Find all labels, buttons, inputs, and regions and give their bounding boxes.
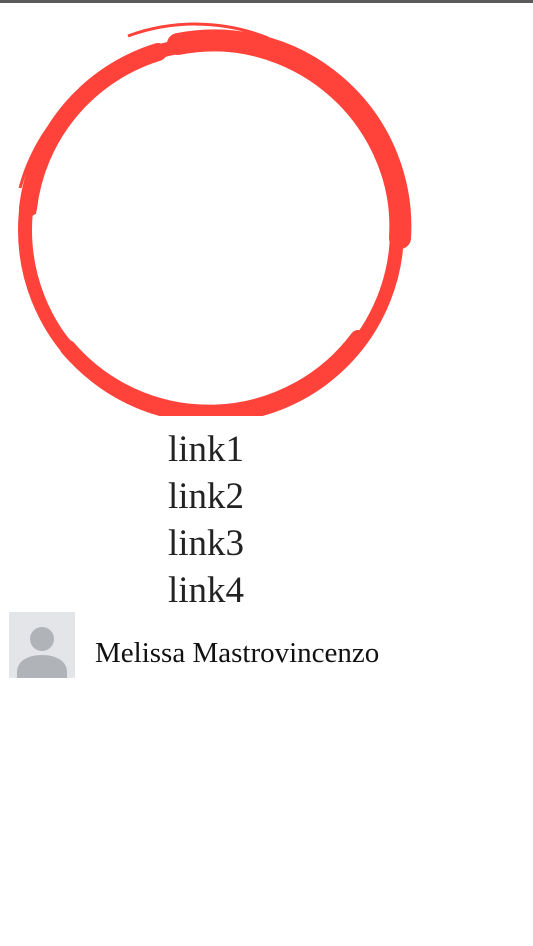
nav-link-item: link3 xyxy=(168,520,368,567)
nav-link-item: link2 xyxy=(168,473,368,520)
nav-link-item: link1 xyxy=(168,426,368,473)
link2[interactable]: link2 xyxy=(168,476,244,517)
link1[interactable]: link1 xyxy=(168,429,244,470)
brush-circle-icon xyxy=(8,18,412,416)
default-avatar-icon xyxy=(9,612,75,678)
link4[interactable]: link4 xyxy=(168,570,244,611)
author-profile: Melissa Mastrovincenzo xyxy=(9,612,509,680)
nav-links: link1 link2 link3 link4 xyxy=(168,426,368,614)
link3[interactable]: link3 xyxy=(168,523,244,564)
top-border xyxy=(0,0,533,3)
profile-name: Melissa Mastrovincenzo xyxy=(95,637,380,669)
nav-link-item: link4 xyxy=(168,567,368,614)
